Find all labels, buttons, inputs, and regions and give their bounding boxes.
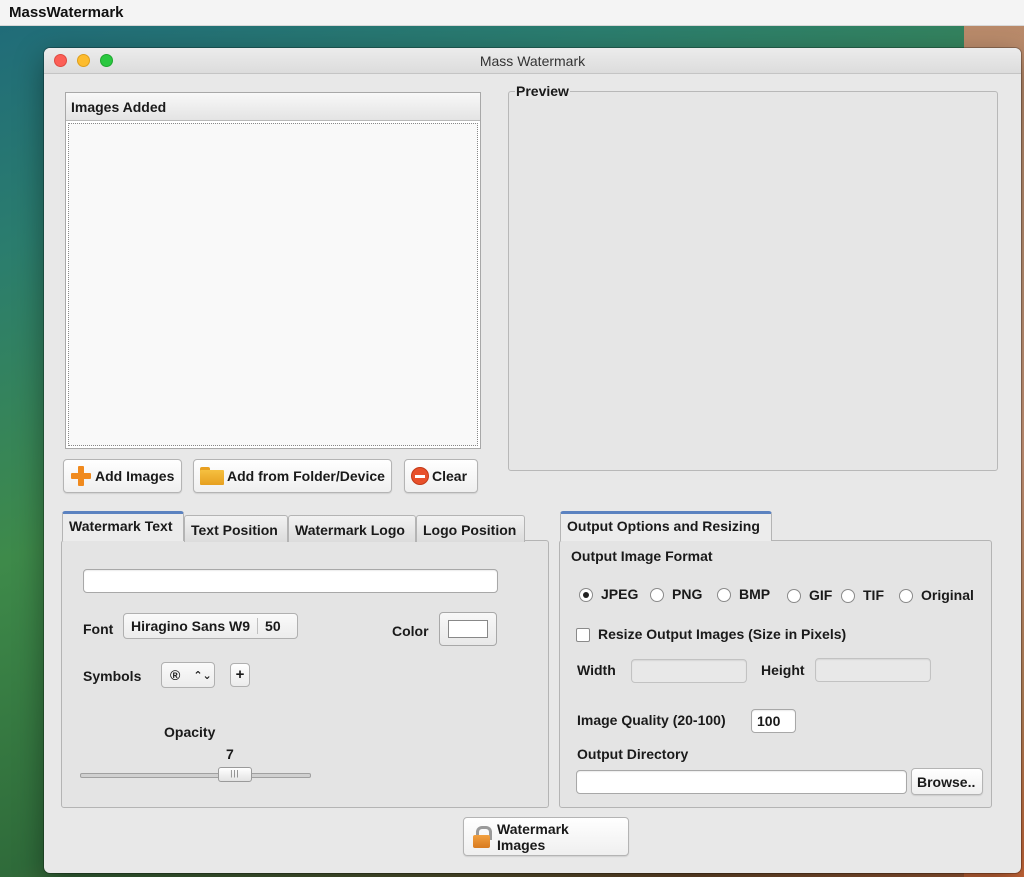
radio-tif-label[interactable]: TIF xyxy=(863,587,884,603)
resize-label[interactable]: Resize Output Images (Size in Pixels) xyxy=(598,626,846,642)
symbol-selected: ® xyxy=(170,667,181,683)
clear-button[interactable]: Clear xyxy=(404,459,478,493)
preview-panel: Preview xyxy=(508,83,998,471)
font-size: 50 xyxy=(265,618,281,634)
radio-png-label[interactable]: PNG xyxy=(672,586,702,602)
add-from-folder-label: Add from Folder/Device xyxy=(227,468,385,484)
resize-checkbox[interactable] xyxy=(576,628,590,642)
radio-jpeg[interactable] xyxy=(579,588,593,602)
opacity-slider-thumb[interactable]: ||| xyxy=(217,767,252,782)
add-images-button[interactable]: Add Images xyxy=(63,459,182,493)
radio-original[interactable] xyxy=(899,589,913,603)
watermark-images-label: Watermark Images xyxy=(497,820,569,853)
images-added-list: Images Added xyxy=(65,92,481,449)
radio-original-label[interactable]: Original xyxy=(921,587,974,603)
browse-button[interactable]: Browse.. xyxy=(911,768,983,795)
symbols-label: Symbols xyxy=(83,668,142,684)
add-plus-icon xyxy=(70,465,92,487)
output-directory-input[interactable] xyxy=(576,770,907,794)
images-list-body[interactable] xyxy=(68,123,478,446)
opacity-value: 7 xyxy=(226,746,234,762)
radio-bmp-label[interactable]: BMP xyxy=(739,586,770,602)
menu-bar: MassWatermark xyxy=(0,0,1024,26)
folder-icon xyxy=(200,467,224,485)
tab-text-position[interactable]: Text Position xyxy=(184,515,288,542)
radio-tif[interactable] xyxy=(841,589,855,603)
watermark-text-input[interactable] xyxy=(83,569,498,593)
main-window: Mass Watermark Images Added Preview Add … xyxy=(44,48,1021,873)
app-menu-name[interactable]: MassWatermark xyxy=(9,4,124,21)
opacity-label: Opacity xyxy=(164,724,216,740)
height-input[interactable] xyxy=(815,658,931,682)
window-title: Mass Watermark xyxy=(479,53,586,69)
tab-logo-position[interactable]: Logo Position xyxy=(416,515,525,542)
width-input[interactable] xyxy=(631,659,747,683)
symbol-select[interactable]: ® ⌃⌄ xyxy=(161,662,215,688)
radio-gif-label[interactable]: GIF xyxy=(809,587,832,603)
radio-gif[interactable] xyxy=(787,589,801,603)
stepper-chevron-icon: ⌃⌄ xyxy=(193,669,212,682)
radio-png[interactable] xyxy=(650,588,664,602)
title-bar[interactable]: Mass Watermark xyxy=(44,48,1021,74)
images-added-header[interactable]: Images Added xyxy=(66,93,480,121)
font-label: Font xyxy=(83,621,114,637)
font-picker[interactable]: Hiragino Sans W9 50 xyxy=(123,613,298,639)
add-symbol-button[interactable]: + xyxy=(230,663,250,687)
output-format-label: Output Image Format xyxy=(571,548,713,564)
output-directory-label: Output Directory xyxy=(577,746,689,762)
preview-legend: Preview xyxy=(515,83,570,99)
add-images-label: Add Images xyxy=(95,468,175,484)
watermark-images-button[interactable]: Watermark Images xyxy=(463,817,629,856)
width-label: Width xyxy=(577,662,616,678)
clear-label: Clear xyxy=(432,468,468,484)
color-label: Color xyxy=(392,623,429,639)
radio-jpeg-label[interactable]: JPEG xyxy=(601,586,638,602)
color-well[interactable] xyxy=(439,612,497,646)
tab-watermark-logo[interactable]: Watermark Logo xyxy=(288,515,416,542)
color-swatch xyxy=(448,620,488,638)
image-quality-input[interactable]: 100 xyxy=(751,709,796,733)
lock-icon xyxy=(472,825,492,848)
clear-minus-icon xyxy=(411,467,429,485)
tab-watermark-text[interactable]: Watermark Text xyxy=(62,511,184,541)
image-quality-label: Image Quality (20-100) xyxy=(577,712,726,728)
height-label: Height xyxy=(761,662,805,678)
browse-label: Browse.. xyxy=(917,773,976,790)
opacity-slider-track[interactable] xyxy=(80,773,311,778)
radio-bmp[interactable] xyxy=(717,588,731,602)
add-from-folder-button[interactable]: Add from Folder/Device xyxy=(193,459,392,493)
tab-output-options[interactable]: Output Options and Resizing xyxy=(560,511,772,541)
font-name: Hiragino Sans W9 xyxy=(131,618,251,634)
